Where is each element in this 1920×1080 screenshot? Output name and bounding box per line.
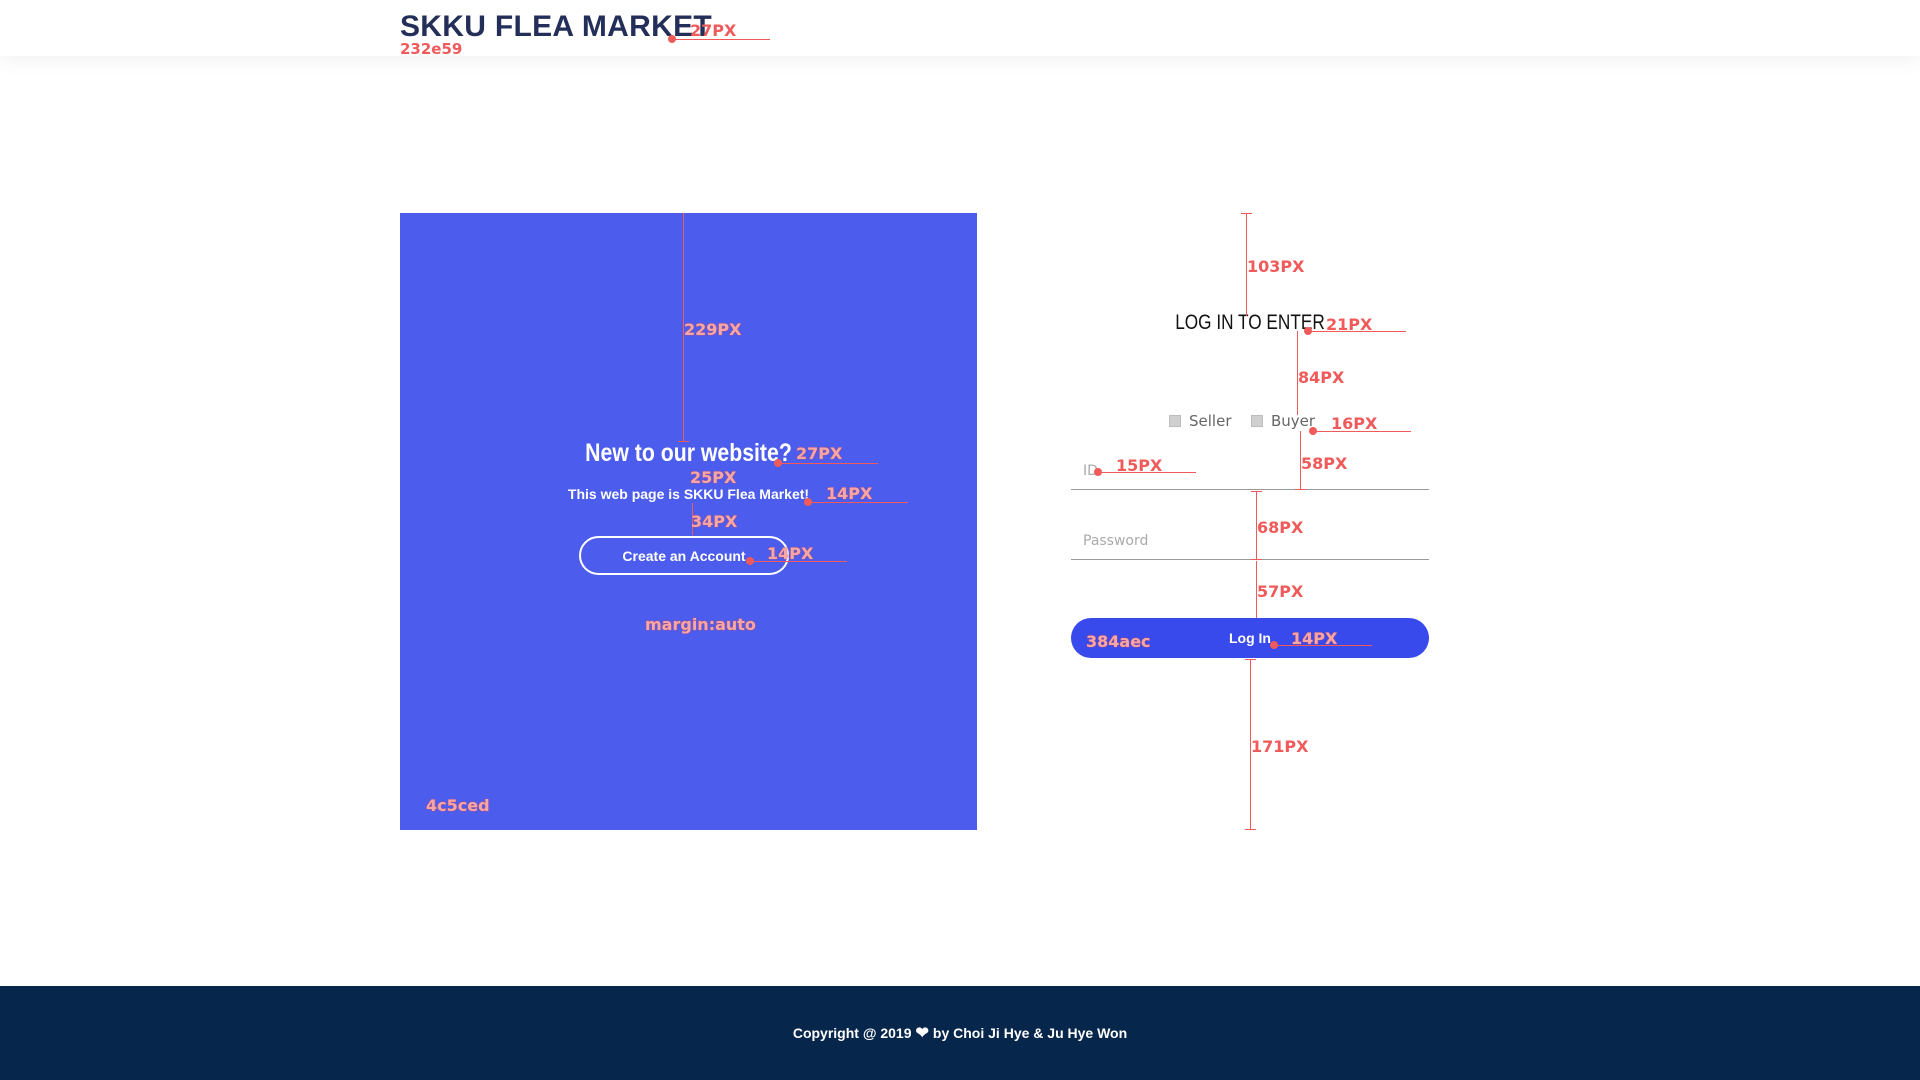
header: SKKU FLEA MARKET [0, 0, 1920, 56]
annotation-dot [746, 557, 754, 565]
footer: Copyright @ 2019 ❤ by Choi Ji Hye & Ju H… [0, 986, 1920, 1080]
password-field[interactable]: Password [1071, 520, 1429, 560]
footer-authors: by Choi Ji Hye & Ju Hye Won [932, 1025, 1128, 1041]
annotation-cap [1245, 829, 1256, 830]
password-placeholder: Password [1083, 533, 1149, 549]
seller-label: Seller [1189, 412, 1232, 430]
annotation-line [1098, 472, 1196, 473]
annotation-cap [1241, 213, 1252, 214]
annotation-margin: margin:auto [645, 615, 756, 634]
annotation-button-color: 384aec [1086, 632, 1151, 651]
annotation-dot [668, 35, 676, 43]
welcome-panel: New to our website? This web page is SKK… [400, 213, 977, 830]
annotation-dot [1309, 427, 1317, 435]
annotation-login-top-gap: 103PX [1247, 257, 1305, 276]
annotation-cap [1245, 659, 1256, 660]
annotation-line [672, 39, 770, 40]
annotation-login-title-gap: 84PX [1298, 368, 1345, 387]
annotation-dot [804, 498, 812, 506]
buyer-label: Buyer [1271, 412, 1316, 430]
annotation-dot [774, 459, 782, 467]
annotation-cap [1251, 491, 1262, 492]
create-account-button[interactable]: Create an Account [579, 536, 789, 575]
footer-copyright: Copyright @ 2019 [792, 1025, 912, 1041]
annotation-dot [1094, 468, 1102, 476]
panel-subtitle: This web page is SKKU Flea Market! [567, 486, 810, 502]
annotation-line [808, 502, 908, 503]
annotation-cap [1251, 559, 1262, 560]
page: SKKU FLEA MARKET 27PX 232e59 New to our … [0, 0, 1920, 1080]
annotation-dot [1304, 327, 1312, 335]
annotation-brand-size: 27PX [690, 21, 737, 40]
seller-checkbox[interactable] [1169, 415, 1181, 427]
annotation-bottom-gap: 171PX [1251, 737, 1309, 756]
annotation-title-gap: 25PX [690, 468, 737, 487]
annotation-cap [678, 441, 689, 442]
annotation-cap [1295, 489, 1306, 490]
annotation-role-gap: 58PX [1301, 454, 1348, 473]
annotation-title-size: 27PX [796, 444, 843, 463]
annotation-subtitle-size: 14PX [826, 484, 873, 503]
annotation-line [1313, 431, 1411, 432]
annotation-dot [1270, 641, 1278, 649]
annotation-button-gap: 57PX [1257, 582, 1304, 601]
annotation-line [750, 561, 847, 562]
annotation-panel-top-gap: 229PX [684, 320, 742, 339]
role-buyer-option[interactable]: Buyer [1251, 412, 1315, 430]
annotation-field-gap: 68PX [1257, 518, 1304, 537]
role-seller-option[interactable]: Seller [1169, 412, 1231, 430]
site-title[interactable]: SKKU FLEA MARKET [400, 10, 712, 44]
annotation-panel-color: 4c5ced [426, 796, 490, 815]
annotation-line [778, 463, 878, 464]
heart-icon: ❤ [915, 1025, 929, 1042]
annotation-line [1308, 331, 1406, 332]
annotation-button-gap: 34PX [691, 512, 738, 531]
annotation-brand-color: 232e59 [400, 40, 463, 58]
buyer-checkbox[interactable] [1251, 415, 1263, 427]
annotation-line [1274, 645, 1372, 646]
